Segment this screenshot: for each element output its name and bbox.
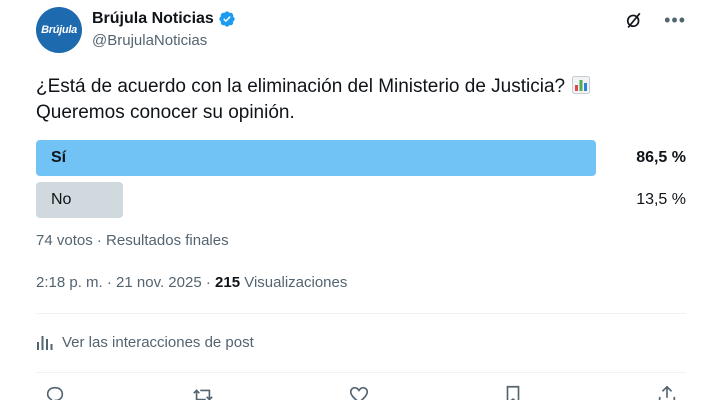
divider: [36, 313, 686, 314]
reply-icon[interactable]: [44, 384, 66, 400]
timestamp-separator: ·: [106, 274, 117, 291]
poll-option-percent: 86,5 %: [636, 149, 686, 166]
repost-icon[interactable]: [192, 384, 214, 400]
poll-option-percent: 13,5 %: [636, 191, 686, 208]
author-handle[interactable]: @BrujulaNoticias: [92, 32, 236, 49]
post-text-line1: ¿Está de acuerdo con la eliminación del …: [36, 76, 566, 97]
post-header: Brújula Brújula Noticias @BrujulaNoticia…: [36, 6, 686, 56]
post-time[interactable]: 2:18 p. m.: [36, 274, 103, 291]
poll: Sí 86,5 % No 13,5 %: [36, 140, 686, 224]
share-icon[interactable]: [656, 384, 678, 400]
divider: [36, 372, 686, 373]
poll-option-label: Sí: [51, 149, 67, 166]
view-interactions-link[interactable]: Ver las interacciones de post: [36, 333, 254, 351]
views-label: Visualizaciones: [244, 274, 348, 291]
post-card: Brújula Brújula Noticias @BrujulaNoticia…: [0, 0, 720, 400]
post-date[interactable]: 21 nov. 2025: [116, 274, 202, 291]
views-count: 215: [215, 274, 241, 291]
poll-option-bar: [36, 140, 596, 176]
poll-option-label: No: [51, 191, 72, 208]
bookmark-icon[interactable]: [502, 384, 524, 400]
analytics-icon: [37, 336, 53, 350]
author-name-row: Brújula Noticias: [92, 8, 236, 30]
grok-icon[interactable]: [624, 10, 644, 30]
verified-badge-icon: [219, 11, 235, 27]
bar-chart-emoji: [572, 76, 591, 94]
post-text-line2: Queremos conocer su opinión.: [36, 102, 295, 123]
timestamp-separator: ·: [205, 274, 216, 291]
like-icon[interactable]: [348, 384, 370, 400]
author-info: Brújula Noticias @BrujulaNoticias: [92, 8, 236, 49]
header-actions: •••: [624, 10, 686, 30]
poll-meta: 74 votos · Resultados finales: [36, 232, 229, 249]
more-icon[interactable]: •••: [664, 11, 686, 29]
avatar[interactable]: Brújula: [36, 7, 82, 53]
post-text: ¿Está de acuerdo con la eliminación del …: [36, 74, 686, 126]
poll-option: No 13,5 %: [36, 182, 686, 218]
poll-option-bar: [36, 182, 123, 218]
poll-option: Sí 86,5 %: [36, 140, 686, 176]
post-timestamp: 2:18 p. m. · 21 nov. 2025 · 215 Visualiz…: [36, 274, 347, 291]
action-bar: [36, 384, 686, 400]
view-interactions-label: Ver las interacciones de post: [62, 333, 254, 351]
author-display-name[interactable]: Brújula Noticias: [92, 10, 214, 28]
